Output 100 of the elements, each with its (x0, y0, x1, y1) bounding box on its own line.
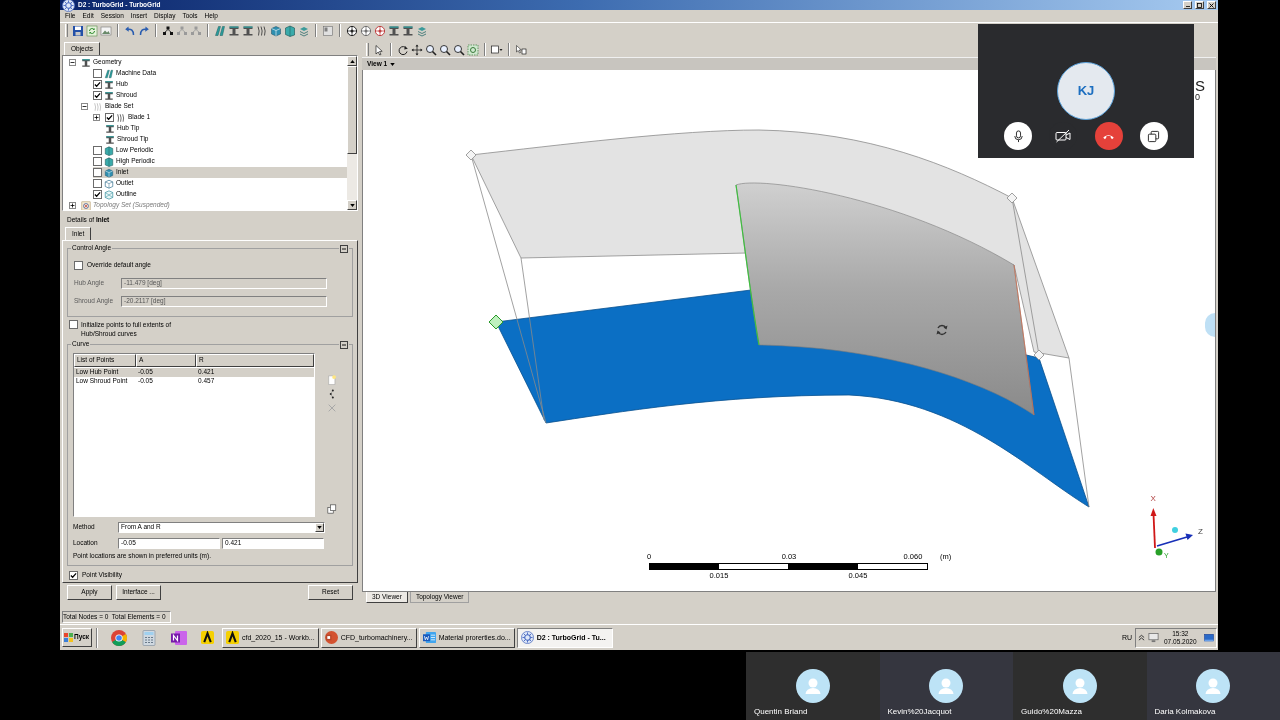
collapse-icon[interactable] (340, 244, 348, 253)
arc-lines-icon (116, 112, 126, 123)
checkbox[interactable] (69, 320, 78, 329)
checkbox[interactable] (93, 157, 102, 166)
person-avatar-icon (795, 669, 830, 703)
person-avatar-icon (929, 669, 964, 703)
person-avatar-icon (1196, 669, 1231, 703)
scroll-down-icon[interactable] (347, 200, 357, 210)
checkbox[interactable] (93, 91, 102, 100)
presentation-icon (324, 631, 338, 644)
node-graph-icon[interactable] (176, 24, 188, 37)
surface-block-icon (105, 123, 115, 134)
minimize-icon (1185, 6, 1190, 7)
sheet-icon (104, 156, 114, 167)
collapse-icon[interactable] (81, 103, 88, 110)
surface-block-icon[interactable] (242, 24, 254, 37)
pointer-box-icon[interactable] (515, 43, 527, 56)
sheet-icon (104, 145, 114, 156)
pointer-icon[interactable] (373, 43, 385, 56)
calculator-icon[interactable] (141, 629, 157, 646)
cube-outline-icon (104, 178, 114, 189)
sheet-icon[interactable] (284, 24, 296, 37)
corner-marker-icon (1006, 192, 1018, 204)
scroll-up-icon[interactable] (347, 56, 357, 66)
close-button[interactable] (1207, 1, 1216, 9)
surface-block-icon (104, 79, 114, 90)
surface-block-icon (105, 134, 115, 145)
microphone-button[interactable] (1004, 122, 1032, 150)
node-graph-icon[interactable] (190, 24, 202, 37)
checkbox[interactable] (74, 260, 83, 270)
rotate-icon[interactable] (397, 43, 409, 56)
logo-text: S (1195, 78, 1205, 93)
expand-icon[interactable] (69, 202, 76, 209)
blade-row-icon[interactable] (214, 24, 226, 37)
save-icon[interactable] (72, 24, 84, 37)
checkbox[interactable] (93, 80, 102, 89)
origin-ball-icon (1155, 548, 1163, 556)
maximize-button[interactable] (1195, 1, 1204, 9)
flag-icon (64, 633, 73, 642)
collapse-icon[interactable] (69, 59, 76, 66)
phone-icon (1102, 132, 1116, 140)
magnifier-icon[interactable] (439, 43, 451, 56)
participant-name: Daria Kolmakova (1153, 708, 1217, 716)
move-icon[interactable] (411, 43, 423, 56)
topology-icon (81, 200, 91, 210)
checkbox[interactable] (93, 190, 102, 199)
crosshair-circle-icon[interactable] (346, 24, 358, 37)
browser-icon[interactable] (111, 629, 127, 646)
checkbox[interactable] (105, 113, 114, 122)
checkbox[interactable] (93, 69, 102, 78)
gear-icon (62, 0, 75, 12)
square-dropdown-icon[interactable] (491, 43, 503, 56)
rotate-cursor-icon (935, 323, 949, 337)
collapse-icon[interactable] (340, 340, 348, 349)
surface-block-icon[interactable] (402, 24, 414, 37)
axis-label: X (1150, 494, 1156, 503)
undo-icon[interactable] (124, 24, 136, 37)
axis-label: Z (1198, 527, 1203, 536)
pop-out-button[interactable] (1140, 122, 1168, 150)
document-icon (422, 631, 436, 644)
copy-icon[interactable] (326, 504, 337, 514)
checkbox[interactable] (69, 570, 78, 580)
overlapping-squares-icon (1147, 129, 1161, 143)
scroll-thumb[interactable] (347, 66, 357, 154)
surface-block-icon (104, 90, 114, 101)
desktop-icon[interactable] (1204, 632, 1214, 643)
magnifier-icon[interactable] (425, 43, 437, 56)
vertical-scrollbar[interactable] (347, 56, 357, 210)
redo-icon[interactable] (138, 24, 150, 37)
expand-icon[interactable] (93, 114, 100, 121)
checkbox[interactable] (93, 168, 102, 177)
side-tab-handle[interactable] (1205, 313, 1215, 337)
corner-marker-icon (465, 149, 477, 161)
notebook-icon[interactable] (171, 629, 187, 646)
chevron-up-icon[interactable] (1138, 634, 1145, 641)
surface-block-icon (81, 57, 91, 68)
minimize-button[interactable] (1183, 1, 1192, 9)
caret-icon[interactable] (315, 523, 324, 532)
checkbox[interactable] (93, 146, 102, 155)
picture-icon[interactable] (100, 24, 112, 37)
node-graph-icon[interactable] (162, 24, 174, 37)
logo-text: 0 (1195, 93, 1200, 102)
caret-icon (390, 62, 396, 66)
close-icon (1209, 2, 1214, 8)
corner-marker-icon (1033, 349, 1045, 361)
cube-icon[interactable] (270, 24, 282, 37)
caller-avatar: KJ (1057, 62, 1115, 120)
hang-up-button[interactable] (1094, 122, 1123, 150)
window-panel-icon[interactable] (322, 24, 334, 37)
magnifier-icon[interactable] (453, 43, 465, 56)
arc-lines-icon[interactable] (256, 24, 268, 37)
checkbox[interactable] (93, 179, 102, 188)
chevron-logo-icon[interactable] (201, 631, 214, 644)
gear-icon (520, 631, 534, 644)
surface-block-icon[interactable] (228, 24, 240, 37)
surface-block-icon[interactable] (388, 24, 400, 37)
participant-name: Kevin%20Jacquot (886, 708, 953, 716)
sphere-marker-icon (1172, 527, 1178, 533)
participant-name: Quentin Briand (753, 708, 809, 716)
monitor-icon[interactable] (1148, 632, 1159, 643)
